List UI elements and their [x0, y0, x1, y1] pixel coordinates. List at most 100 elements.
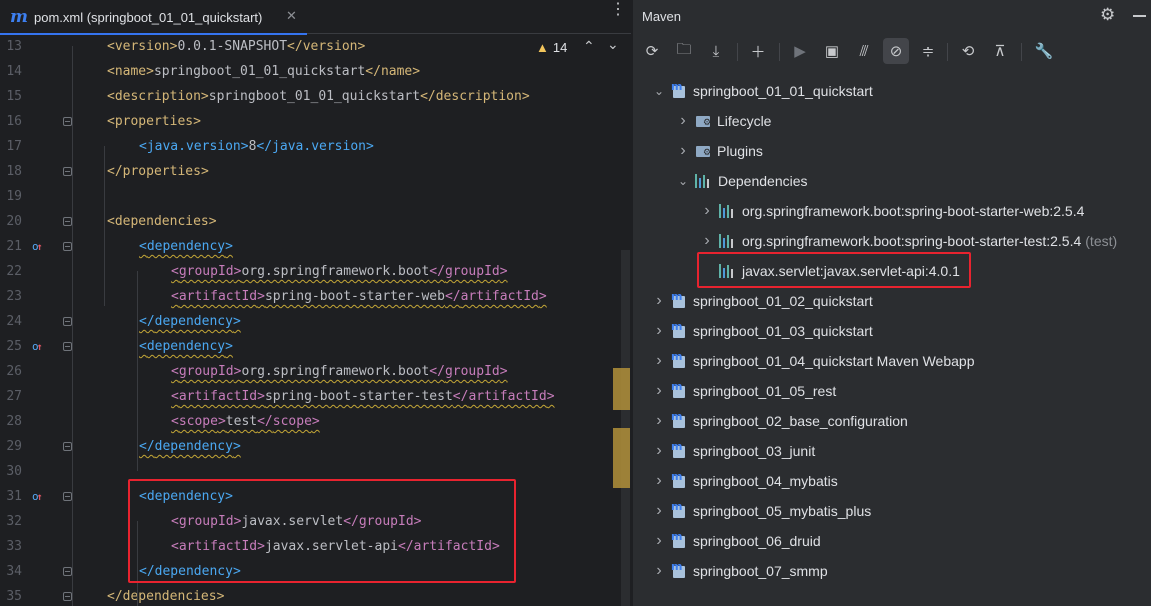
line-number[interactable]: 18 [0, 159, 22, 184]
code-line[interactable]: 21 o↑ <dependency> [0, 234, 615, 259]
line-number[interactable]: 25 [0, 334, 22, 359]
show-deps-icon[interactable]: ⊼ [987, 38, 1013, 64]
tree-node[interactable]: › springboot_07_smmp [651, 556, 827, 586]
fold-icon[interactable] [63, 492, 72, 501]
line-number[interactable]: 34 [0, 559, 22, 584]
line-number[interactable]: 31 [0, 484, 22, 509]
minimize-icon[interactable] [1133, 15, 1146, 17]
line-number[interactable]: 19 [0, 184, 22, 209]
chevron-right-icon[interactable]: › [651, 382, 667, 400]
toggle-offline-icon[interactable]: ⫻ [851, 38, 877, 64]
close-icon[interactable]: ✕ [286, 8, 297, 24]
code-line[interactable]: 25 o↑ <dependency> [0, 334, 615, 359]
chevron-right-icon[interactable]: › [675, 112, 691, 130]
chevron-down-icon[interactable]: ⌄ [651, 84, 667, 98]
tree-node[interactable]: › Plugins [675, 136, 763, 166]
code-line[interactable]: 14 <name>springboot_01_01_quickstart</nam… [0, 59, 615, 84]
chevron-right-icon[interactable]: › [699, 232, 715, 250]
tree-node[interactable]: › springboot_04_mybatis [651, 466, 837, 496]
plus-icon[interactable]: ＋ [745, 38, 771, 64]
chevron-right-icon[interactable]: › [675, 142, 691, 160]
code-line[interactable]: 16 <properties> [0, 109, 615, 134]
fold-icon[interactable] [63, 317, 72, 326]
line-number[interactable]: 24 [0, 309, 22, 334]
code-line[interactable]: 20 <dependencies> [0, 209, 615, 234]
chevron-right-icon[interactable]: › [651, 352, 667, 370]
tree-node[interactable]: › springboot_01_02_quickstart [651, 286, 872, 316]
code-line[interactable]: 23 <artifactId>spring-boot-starter-web</a… [0, 284, 615, 309]
more-options-icon[interactable]: ⋮ [610, 2, 626, 18]
chevron-right-icon[interactable]: › [651, 532, 667, 550]
tree-node[interactable]: › springboot_01_03_quickstart [651, 316, 872, 346]
fold-icon[interactable] [63, 167, 72, 176]
chevron-down-icon[interactable]: ⌄ [675, 174, 691, 188]
override-gutter-icon[interactable]: o↑ [32, 234, 43, 260]
tree-node[interactable]: › springboot_01_05_rest [651, 376, 836, 406]
override-gutter-icon[interactable]: o↑ [32, 484, 43, 510]
chevron-right-icon[interactable]: › [699, 202, 715, 220]
fold-icon[interactable] [63, 442, 72, 451]
tab-pom-xml[interactable]: m pom.xml (springboot_01_01_quickstart) … [0, 0, 307, 35]
fold-icon[interactable] [63, 217, 72, 226]
line-number[interactable]: 13 [0, 34, 22, 59]
code-line[interactable]: 19 [0, 184, 615, 209]
code-line[interactable]: 17 <java.version>8</java.version> [0, 134, 615, 159]
download-icon[interactable]: ⤓ [703, 38, 729, 64]
chevron-right-icon[interactable]: › [651, 292, 667, 310]
override-gutter-icon[interactable]: o↑ [32, 334, 43, 360]
tree-node[interactable]: › springboot_05_mybatis_plus [651, 496, 871, 526]
tree-node[interactable]: › springboot_01_04_quickstart Maven Webap… [651, 346, 974, 376]
line-number[interactable]: 22 [0, 259, 22, 284]
chevron-right-icon[interactable]: › [651, 472, 667, 490]
line-number[interactable]: 29 [0, 434, 22, 459]
code-line[interactable]: 15 <description>springboot_01_01_quicksta… [0, 84, 615, 109]
run-icon[interactable]: ▶ [787, 38, 813, 64]
tree-node[interactable]: › springboot_02_base_configuration [651, 406, 908, 436]
tree-node[interactable]: › Lifecycle [675, 106, 771, 136]
tree-node[interactable]: › org.springframework.boot:spring-boot-st… [699, 196, 1084, 226]
line-number[interactable]: 16 [0, 109, 22, 134]
skip-tests-icon[interactable]: ⊘ [883, 38, 909, 64]
collapse-icon[interactable]: ≑ [915, 38, 941, 64]
line-number[interactable]: 35 [0, 584, 22, 606]
reload-icon[interactable]: ⟳ [639, 38, 665, 64]
add-folder-icon[interactable]: 🗀 [671, 38, 697, 64]
line-number[interactable]: 27 [0, 384, 22, 409]
code-line[interactable]: 24 </dependency> [0, 309, 615, 334]
gear-icon[interactable]: ⚙ [1100, 5, 1115, 25]
warning-stripe-marker[interactable] [613, 428, 630, 488]
chevron-right-icon[interactable]: › [651, 322, 667, 340]
line-number[interactable]: 14 [0, 59, 22, 84]
line-number[interactable]: 33 [0, 534, 22, 559]
lifecycle-icon[interactable]: ⟲ [955, 38, 981, 64]
chevron-right-icon[interactable]: › [651, 442, 667, 460]
fold-icon[interactable] [63, 342, 72, 351]
chevron-right-icon[interactable]: › [651, 502, 667, 520]
fold-icon[interactable] [63, 117, 72, 126]
code-line[interactable]: 18 </properties> [0, 159, 615, 184]
chevron-right-icon[interactable]: › [651, 562, 667, 580]
execute-goal-icon[interactable]: ▣ [819, 38, 845, 64]
line-number[interactable]: 28 [0, 409, 22, 434]
fold-icon[interactable] [63, 242, 72, 251]
fold-icon[interactable] [63, 592, 72, 601]
tree-node[interactable]: › springboot_06_druid [651, 526, 820, 556]
fold-icon[interactable] [63, 567, 72, 576]
tree-node[interactable]: › springboot_03_junit [651, 436, 815, 466]
line-number[interactable]: 21 [0, 234, 22, 259]
code-line[interactable]: 35 </dependencies> [0, 584, 615, 606]
code-line[interactable]: 27 <artifactId>spring-boot-starter-test</… [0, 384, 615, 409]
tree-node[interactable]: ⌄ springboot_01_01_quickstart [651, 76, 873, 106]
code-line[interactable]: 26 <groupId>org.springframework.boot</gro… [0, 359, 615, 384]
chevron-right-icon[interactable]: › [651, 412, 667, 430]
code-line[interactable]: 28 <scope>test</scope> [0, 409, 615, 434]
code-line[interactable]: 13 <version>0.0.1-SNAPSHOT</version> [0, 34, 615, 59]
code-line[interactable]: 29 </dependency> [0, 434, 615, 459]
line-number[interactable]: 30 [0, 459, 22, 484]
line-number[interactable]: 17 [0, 134, 22, 159]
line-number[interactable]: 23 [0, 284, 22, 309]
line-number[interactable]: 26 [0, 359, 22, 384]
line-number[interactable]: 32 [0, 509, 22, 534]
line-number[interactable]: 20 [0, 209, 22, 234]
tree-node[interactable]: ⌄ Dependencies [675, 166, 808, 196]
